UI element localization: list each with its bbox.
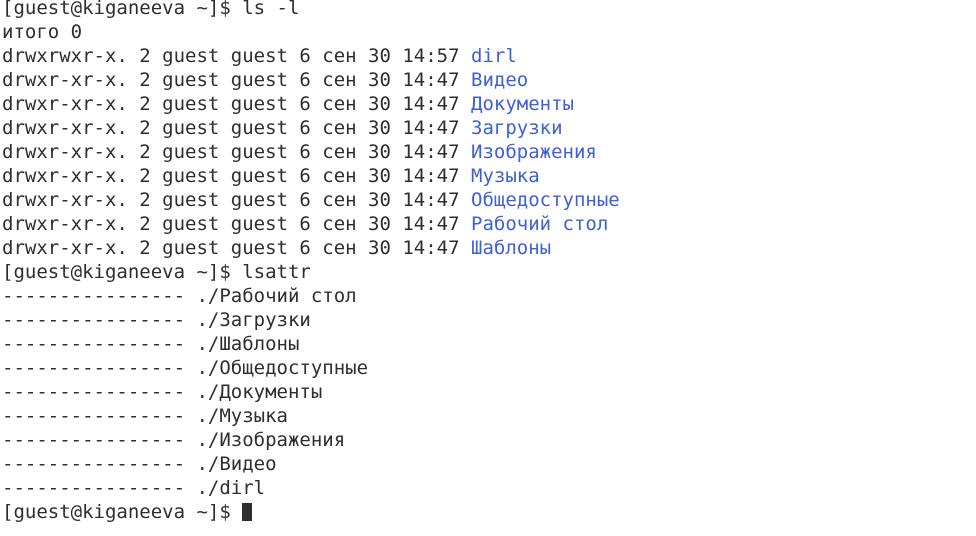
dir-name: Музыка [471,165,540,187]
ls-row: drwxr-xr-x. 2 guest guest 6 сен 30 14:47… [2,140,976,165]
lsattr-row: ---------------- ./Изображения [2,429,346,451]
terminal-window[interactable]: [guest@kiganeeva ~]$ ls -l итого 0 drwxr… [0,0,976,536]
cursor [242,503,253,521]
ls-row: drwxr-xr-x. 2 guest guest 6 сен 30 14:47… [2,188,976,213]
ls-meta: drwxr-xr-x. 2 guest guest 6 сен 30 14:47 [2,165,471,187]
lsattr-row: ---------------- ./Музыка [2,405,288,427]
lsattr-row: ---------------- ./dirl [2,477,266,499]
ls-row: drwxr-xr-x. 2 guest guest 6 сен 30 14:47… [2,92,976,117]
dir-name: dirl [471,45,517,67]
dir-name: Общедоступные [471,189,620,211]
prompt-line: [guest@kiganeeva ~]$ ls -l [2,0,300,19]
ls-meta: drwxr-xr-x. 2 guest guest 6 сен 30 14:47 [2,141,471,163]
ls-meta: drwxr-xr-x. 2 guest guest 6 сен 30 14:47 [2,117,471,139]
lsattr-row: ---------------- ./Рабочий стол [2,285,357,307]
dir-name: Изображения [471,141,597,163]
prompt-line-current[interactable]: [guest@kiganeeva ~]$ [2,500,976,525]
total-line: итого 0 [2,21,83,43]
ls-row: drwxr-xr-x. 2 guest guest 6 сен 30 14:47… [2,212,976,237]
ls-meta: drwxr-xr-x. 2 guest guest 6 сен 30 14:47 [2,93,471,115]
prompt-line: [guest@kiganeeva ~]$ lsattr [2,261,311,283]
ls-meta: drwxr-xr-x. 2 guest guest 6 сен 30 14:47 [2,237,471,259]
dir-name: Документы [471,93,574,115]
ls-meta: drwxr-xr-x. 2 guest guest 6 сен 30 14:47 [2,69,471,91]
ls-row: drwxr-xr-x. 2 guest guest 6 сен 30 14:47… [2,68,976,93]
ls-row: drwxrwxr-x. 2 guest guest 6 сен 30 14:57… [2,44,976,69]
dir-name: Загрузки [471,117,563,139]
ls-row: drwxr-xr-x. 2 guest guest 6 сен 30 14:47… [2,116,976,141]
ls-row: drwxr-xr-x. 2 guest guest 6 сен 30 14:47… [2,164,976,189]
ls-meta: drwxr-xr-x. 2 guest guest 6 сен 30 14:47 [2,189,471,211]
ls-meta: drwxrwxr-x. 2 guest guest 6 сен 30 14:57 [2,45,471,67]
lsattr-row: ---------------- ./Шаблоны [2,333,300,355]
prompt-text: [guest@kiganeeva ~]$ [2,501,243,523]
ls-row: drwxr-xr-x. 2 guest guest 6 сен 30 14:47… [2,236,976,261]
dir-name: Шаблоны [471,237,552,259]
ls-meta: drwxr-xr-x. 2 guest guest 6 сен 30 14:47 [2,213,471,235]
dir-name: Рабочий стол [471,213,609,235]
lsattr-row: ---------------- ./Загрузки [2,309,311,331]
lsattr-row: ---------------- ./Видео [2,453,277,475]
dir-name: Видео [471,69,529,91]
lsattr-row: ---------------- ./Документы [2,381,323,403]
lsattr-row: ---------------- ./Общедоступные [2,357,369,379]
